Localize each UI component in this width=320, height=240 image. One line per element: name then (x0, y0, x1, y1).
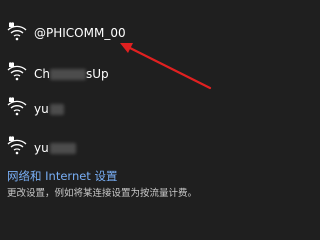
network-item-4[interactable]: yu (0, 130, 262, 164)
network-item-3[interactable]: yu (0, 92, 262, 126)
redaction-blur (49, 143, 76, 154)
network-name-prefix: yu (34, 141, 49, 155)
network-name-suffix: sUp (85, 67, 109, 81)
wifi-secured-icon (6, 136, 28, 156)
network-name-prefix: yu (34, 102, 49, 116)
network-item-phicomm[interactable]: @PHICOMM_00 (0, 18, 262, 52)
wifi-secured-icon (6, 97, 28, 117)
network-item-2[interactable]: Ch sUp (0, 55, 262, 89)
network-name-prefix: Ch (34, 67, 50, 81)
wifi-network-flyout: @PHICOMM_00 Ch sUp yu yu 网络和 Internet 设置… (0, 0, 262, 200)
network-name: @PHICOMM_00 (34, 26, 126, 40)
redaction-blur (49, 104, 64, 115)
network-internet-settings-link[interactable]: 网络和 Internet 设置 (7, 168, 117, 184)
network-name: Ch sUp (34, 67, 109, 81)
redaction-blur (49, 69, 86, 80)
network-name: yu (34, 141, 76, 155)
wifi-secured-icon (6, 22, 28, 42)
settings-description: 更改设置，例如将某连接设置为按流量计费。 (7, 188, 198, 199)
network-name: yu (34, 102, 64, 116)
wifi-secured-icon (6, 62, 28, 82)
